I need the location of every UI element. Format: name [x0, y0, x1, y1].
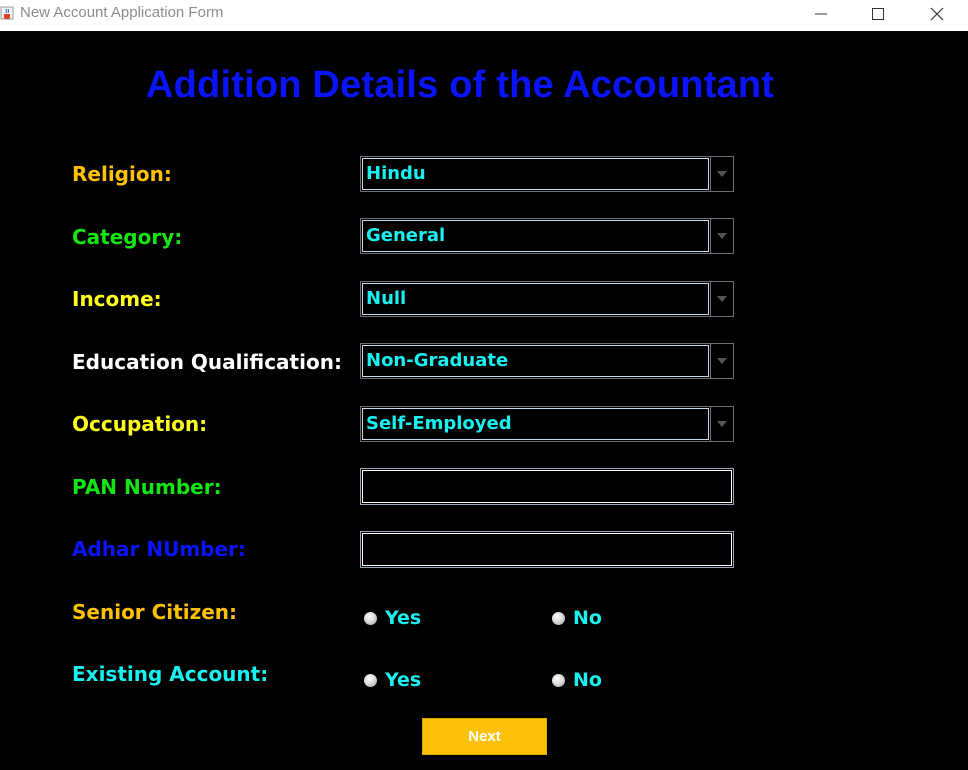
education-dropdown-arrow[interactable] [710, 344, 733, 378]
religion-label: Religion: [72, 162, 172, 186]
close-button[interactable] [914, 0, 960, 27]
category-dropdown-arrow[interactable] [710, 219, 733, 253]
income-dropdown[interactable]: Null [360, 281, 734, 317]
chevron-down-icon [717, 296, 727, 302]
java-cup-icon [0, 5, 15, 21]
senior-citizen-yes-radio[interactable]: Yes [364, 607, 421, 629]
adhar-number-label: Adhar NUmber: [72, 537, 246, 561]
senior-citizen-yes-label: Yes [385, 607, 422, 629]
maximize-icon [872, 7, 884, 20]
category-value: General [366, 225, 446, 246]
senior-citizen-label: Senior Citizen: [72, 600, 238, 624]
senior-citizen-no-radio[interactable]: No [552, 607, 602, 629]
education-label: Education Qualification: [72, 350, 342, 374]
religion-dropdown-field[interactable]: Hindu [362, 158, 709, 190]
category-dropdown[interactable]: General [360, 218, 734, 254]
income-dropdown-field[interactable]: Null [362, 283, 709, 315]
pan-number-input-border [362, 470, 732, 503]
window-title-bar: New Account Application Form [0, 0, 968, 31]
minimize-icon [815, 13, 827, 14]
education-value: Non-Graduate [366, 350, 509, 371]
occupation-label: Occupation: [72, 412, 208, 436]
existing-account-yes-label: Yes [385, 669, 422, 691]
occupation-dropdown[interactable]: Self-Employed [360, 406, 734, 442]
existing-account-no-label: No [573, 669, 602, 691]
chevron-down-icon [717, 233, 727, 239]
chevron-down-icon [717, 421, 727, 427]
maximize-button[interactable] [855, 0, 901, 27]
adhar-number-input[interactable] [360, 531, 734, 568]
income-value: Null [366, 288, 407, 309]
occupation-dropdown-field[interactable]: Self-Employed [362, 408, 709, 440]
occupation-value: Self-Employed [366, 413, 512, 434]
existing-account-no-radio[interactable]: No [552, 669, 602, 691]
pan-number-label: PAN Number: [72, 475, 222, 499]
occupation-dropdown-arrow[interactable] [710, 407, 733, 441]
chevron-down-icon [717, 358, 727, 364]
religion-dropdown[interactable]: Hindu [360, 156, 734, 192]
close-icon [930, 7, 944, 20]
religion-value: Hindu [366, 163, 426, 184]
religion-dropdown-arrow[interactable] [710, 157, 733, 191]
existing-account-yes-radio[interactable]: Yes [364, 669, 421, 691]
next-button[interactable]: Next [422, 718, 547, 755]
education-dropdown-field[interactable]: Non-Graduate [362, 345, 709, 377]
existing-account-label: Existing Account: [72, 662, 269, 686]
pan-number-input[interactable] [360, 468, 734, 505]
income-label: Income: [72, 287, 162, 311]
senior-citizen-no-label: No [573, 607, 602, 629]
radio-button-icon[interactable] [364, 611, 377, 625]
chevron-down-icon [717, 171, 727, 177]
window-title: New Account Application Form [20, 4, 224, 21]
radio-button-icon[interactable] [552, 673, 565, 687]
education-dropdown[interactable]: Non-Graduate [360, 343, 734, 379]
minimize-button[interactable] [798, 0, 844, 27]
page-title: Addition Details of the Accountant [146, 64, 775, 106]
adhar-number-input-border [362, 533, 732, 566]
radio-button-icon[interactable] [552, 611, 565, 625]
income-dropdown-arrow[interactable] [710, 282, 733, 316]
radio-button-icon[interactable] [364, 673, 377, 687]
category-dropdown-field[interactable]: General [362, 220, 709, 252]
category-label: Category: [72, 225, 183, 249]
